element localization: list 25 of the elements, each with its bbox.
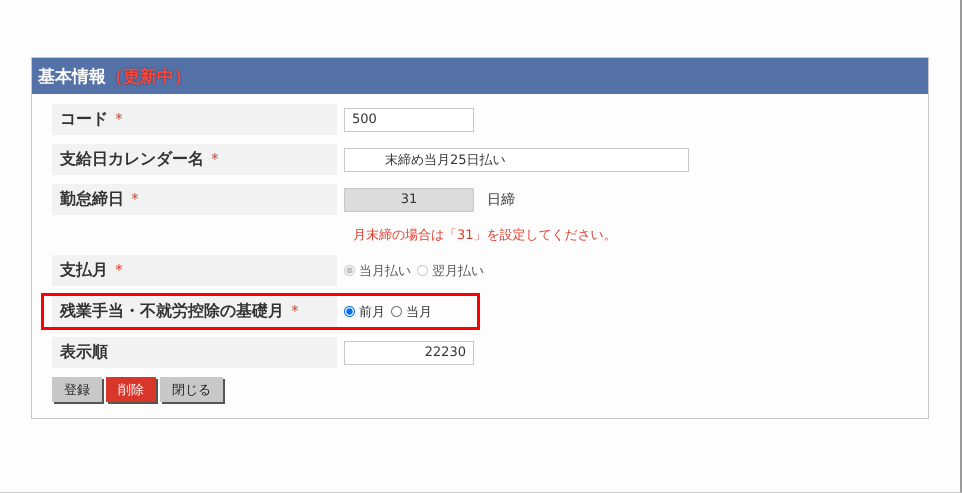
unit-text: 日締	[487, 190, 515, 208]
required-mark: ＊	[111, 109, 127, 130]
required-mark: ＊	[127, 189, 143, 210]
field-label: コード ＊	[52, 104, 337, 135]
input-field[interactable]: 22230	[344, 340, 474, 364]
panel-title: 基本情報	[38, 66, 106, 88]
required-mark: ＊	[287, 301, 303, 322]
radio-button[interactable]	[391, 306, 402, 317]
field-label: 表示順	[52, 337, 337, 368]
radio-button[interactable]	[344, 306, 355, 317]
delete-button[interactable]: 削除	[106, 377, 156, 402]
status-text: （更新中）	[106, 66, 191, 88]
field-label: 支払月 ＊	[52, 255, 337, 286]
input-field[interactable]: 末締め当月25日払い	[344, 148, 689, 172]
action-button[interactable]: 登録	[52, 377, 102, 402]
field-label: 勤怠締日 ＊	[52, 184, 337, 215]
required-mark: ＊	[207, 149, 223, 170]
required-mark: ＊	[111, 260, 127, 281]
radio-label[interactable]: 当月	[406, 302, 432, 320]
field-label: 残業手当・不就労控除の基礎月 ＊	[52, 296, 337, 327]
radio-label[interactable]: 前月	[359, 302, 385, 320]
field-label: 支給日カレンダー名 ＊	[52, 144, 337, 175]
input-field[interactable]: 500	[344, 108, 474, 132]
hint-text: 月末締の場合は「31」を設定してください。	[353, 227, 618, 245]
action-button[interactable]: 閉じる	[160, 377, 223, 402]
